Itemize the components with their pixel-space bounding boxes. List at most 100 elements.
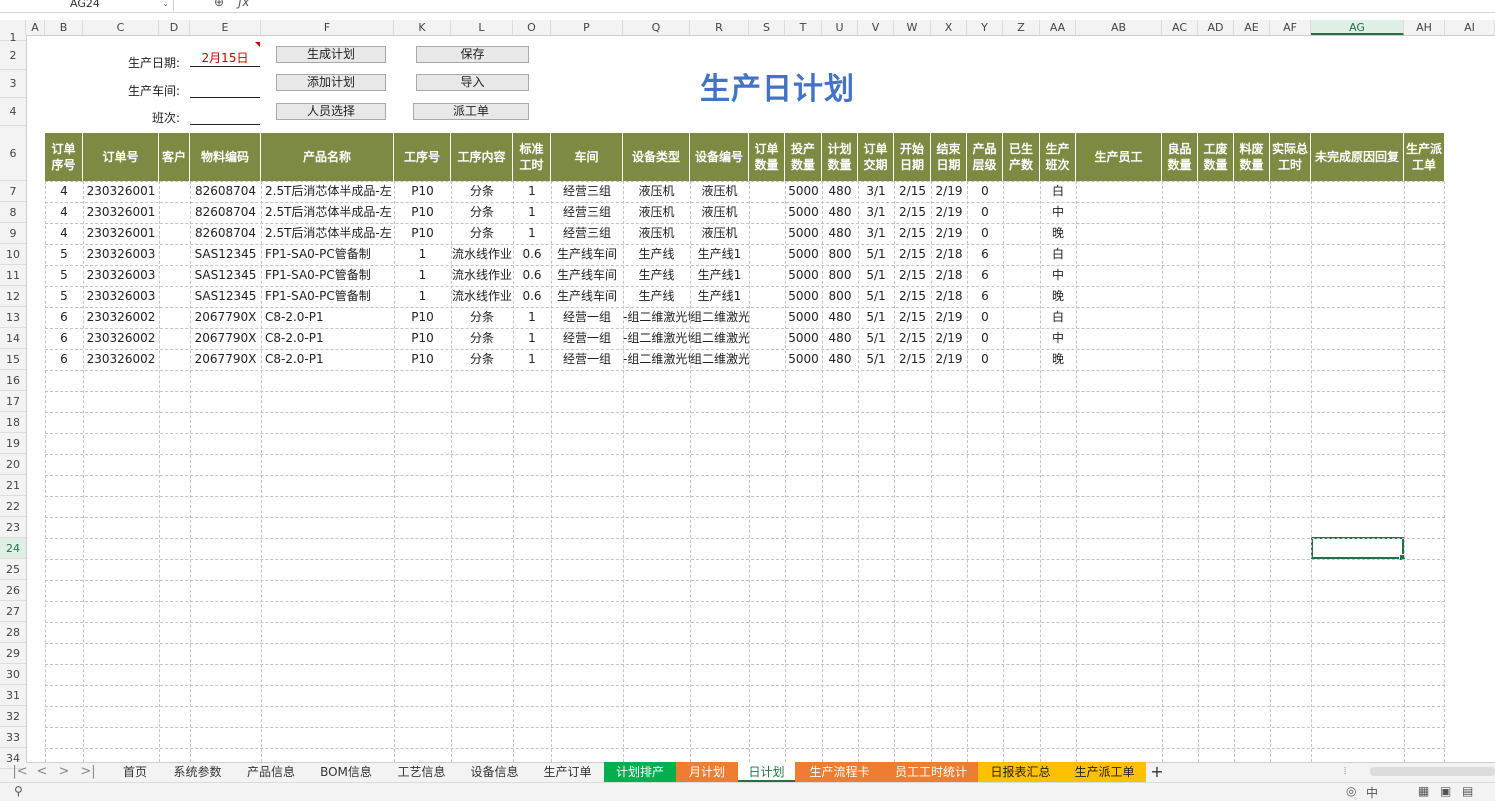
- table-cell[interactable]: [1198, 223, 1234, 244]
- column-header[interactable]: AA: [1040, 20, 1076, 35]
- table-cell[interactable]: SAS12345: [190, 244, 261, 265]
- table-cell[interactable]: 5: [45, 286, 83, 307]
- row-header[interactable]: 28: [0, 622, 26, 643]
- table-cell[interactable]: 82608704: [190, 223, 261, 244]
- table-cell[interactable]: C8-2.0-P1: [261, 349, 394, 370]
- table-cell[interactable]: [1003, 286, 1040, 307]
- table-cell[interactable]: 2/15: [894, 265, 931, 286]
- table-cell[interactable]: [1003, 202, 1040, 223]
- table-cell[interactable]: 800: [822, 244, 858, 265]
- table-cell[interactable]: 1: [513, 181, 551, 202]
- row-header[interactable]: 32: [0, 706, 26, 727]
- table-cell[interactable]: 液压机: [623, 223, 690, 244]
- table-cell[interactable]: [1162, 202, 1198, 223]
- table-cell[interactable]: 6: [45, 349, 83, 370]
- table-cell[interactable]: [749, 265, 785, 286]
- column-header[interactable]: AD: [1198, 20, 1234, 35]
- column-header[interactable]: W: [894, 20, 931, 35]
- table-cell[interactable]: 0.6: [513, 286, 551, 307]
- table-cell[interactable]: [1076, 265, 1162, 286]
- column-header[interactable]: D: [159, 20, 190, 35]
- next-sheet-icon[interactable]: >: [54, 762, 74, 782]
- table-cell[interactable]: 0: [967, 328, 1003, 349]
- table-cell[interactable]: 2/19: [931, 307, 967, 328]
- table-cell[interactable]: 6: [45, 307, 83, 328]
- table-cell[interactable]: [1198, 181, 1234, 202]
- table-cell[interactable]: 0.6: [513, 244, 551, 265]
- save-button[interactable]: 保存: [416, 46, 529, 63]
- row-header[interactable]: 4: [0, 98, 26, 126]
- row-header[interactable]: 17: [0, 391, 26, 412]
- table-cell[interactable]: [1198, 349, 1234, 370]
- table-cell[interactable]: 5/1: [858, 328, 894, 349]
- table-cell[interactable]: C8-2.0-P1: [261, 307, 394, 328]
- table-cell[interactable]: 230326002: [83, 307, 159, 328]
- table-cell[interactable]: 5: [45, 244, 83, 265]
- column-header[interactable]: S: [749, 20, 785, 35]
- column-header[interactable]: AC: [1162, 20, 1198, 35]
- table-cell[interactable]: [1234, 328, 1270, 349]
- table-cell[interactable]: 生产线车间: [551, 244, 623, 265]
- sheet-tab[interactable]: 日计划: [738, 762, 795, 782]
- row-header[interactable]: 8: [0, 202, 26, 223]
- table-cell[interactable]: 2/15: [894, 328, 931, 349]
- table-cell[interactable]: [159, 244, 190, 265]
- sheet-tab[interactable]: 日报表汇总: [978, 762, 1063, 782]
- table-cell[interactable]: [1003, 349, 1040, 370]
- table-cell[interactable]: 晚: [1040, 286, 1076, 307]
- table-cell[interactable]: [1270, 181, 1311, 202]
- table-cell[interactable]: [1404, 223, 1445, 244]
- table-cell[interactable]: [159, 328, 190, 349]
- table-cell[interactable]: [1311, 181, 1404, 202]
- table-cell[interactable]: 流水线作业: [451, 244, 513, 265]
- table-cell[interactable]: [1234, 265, 1270, 286]
- table-cell[interactable]: 230326002: [83, 349, 159, 370]
- table-cell[interactable]: [1162, 349, 1198, 370]
- table-cell[interactable]: 生产线: [623, 286, 690, 307]
- row-header[interactable]: 24: [0, 538, 26, 559]
- table-cell[interactable]: [1162, 286, 1198, 307]
- column-header[interactable]: AH: [1404, 20, 1445, 35]
- table-cell[interactable]: 3/1: [858, 202, 894, 223]
- column-header[interactable]: A: [26, 20, 45, 35]
- date-value[interactable]: 2月15日: [190, 49, 260, 66]
- column-header[interactable]: X: [931, 20, 967, 35]
- table-cell[interactable]: 2/18: [931, 286, 967, 307]
- table-cell[interactable]: 分条: [451, 307, 513, 328]
- column-header[interactable]: T: [785, 20, 822, 35]
- table-cell[interactable]: 6: [967, 244, 1003, 265]
- table-cell[interactable]: P10: [394, 202, 451, 223]
- row-header[interactable]: 18: [0, 412, 26, 433]
- table-cell[interactable]: 5/1: [858, 244, 894, 265]
- sheet-tab[interactable]: 系统参数: [160, 762, 235, 782]
- table-cell[interactable]: 分条: [451, 181, 513, 202]
- table-cell[interactable]: [159, 181, 190, 202]
- table-cell[interactable]: [1076, 181, 1162, 202]
- table-cell[interactable]: 2/15: [894, 307, 931, 328]
- table-cell[interactable]: [1003, 328, 1040, 349]
- sheet-tab[interactable]: 生产派工单: [1063, 762, 1146, 782]
- table-cell[interactable]: 生产线车间: [551, 265, 623, 286]
- table-cell[interactable]: [1404, 286, 1445, 307]
- table-cell[interactable]: 生产线1: [690, 244, 749, 265]
- table-cell[interactable]: [1404, 265, 1445, 286]
- table-cell[interactable]: 5000: [785, 328, 822, 349]
- table-cell[interactable]: 0.6: [513, 265, 551, 286]
- row-header[interactable]: 7: [0, 181, 26, 202]
- table-cell[interactable]: 2/19: [931, 223, 967, 244]
- table-cell[interactable]: [1198, 265, 1234, 286]
- table-cell[interactable]: 2/19: [931, 328, 967, 349]
- table-cell[interactable]: [159, 349, 190, 370]
- table-cell[interactable]: 1: [513, 307, 551, 328]
- row-header[interactable]: 15: [0, 349, 26, 370]
- page-break-icon[interactable]: ▤: [1462, 784, 1473, 798]
- table-cell[interactable]: 2/19: [931, 202, 967, 223]
- table-cell[interactable]: 2/15: [894, 349, 931, 370]
- table-cell[interactable]: 2.5T后消芯体半成品-左: [261, 223, 394, 244]
- table-cell[interactable]: [159, 265, 190, 286]
- table-cell[interactable]: 2/15: [894, 286, 931, 307]
- table-cell[interactable]: 组二维激光切: [690, 349, 749, 370]
- table-cell[interactable]: 5000: [785, 286, 822, 307]
- table-cell[interactable]: [1076, 307, 1162, 328]
- table-cell[interactable]: 1: [513, 202, 551, 223]
